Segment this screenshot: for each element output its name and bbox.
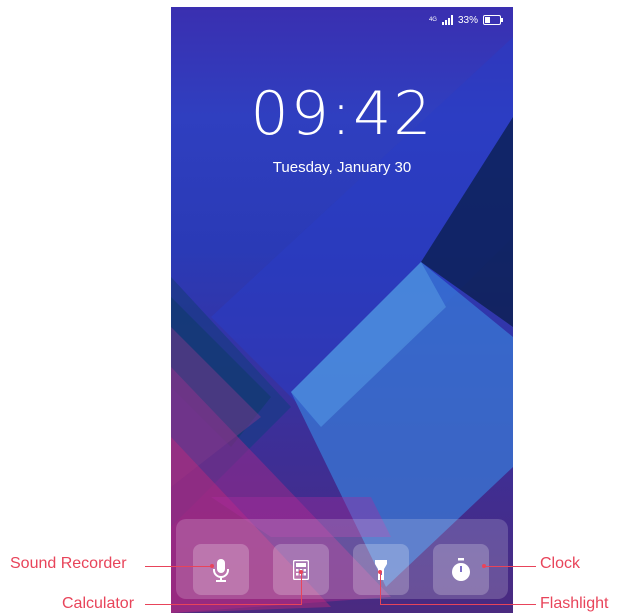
sound-recorder-button[interactable] bbox=[193, 544, 249, 595]
shortcut-dock bbox=[176, 519, 508, 599]
network-type-label: 4G bbox=[428, 17, 437, 23]
sound-recorder-callout: Sound Recorder bbox=[10, 555, 127, 572]
battery-icon bbox=[483, 15, 503, 25]
calculator-callout-line bbox=[145, 604, 302, 605]
lock-time: 09:42 bbox=[250, 79, 434, 149]
calculator-callout-line-vertical bbox=[301, 572, 302, 605]
calculator-callout: Calculator bbox=[62, 595, 135, 612]
sound-recorder-callout-dot bbox=[210, 564, 214, 568]
signal-icon bbox=[441, 15, 453, 25]
clock-button[interactable] bbox=[433, 544, 489, 595]
flashlight-callout-line-vertical bbox=[380, 572, 381, 605]
phone-screen: 4G 33% 09:42 Tuesday, January 30 bbox=[171, 7, 513, 613]
clock-callout-line bbox=[484, 566, 536, 567]
lock-date: Tuesday, January 30 bbox=[272, 159, 412, 176]
calculator-callout-dot bbox=[299, 570, 303, 574]
stopwatch-icon bbox=[452, 557, 470, 581]
flashlight-callout-dot bbox=[378, 570, 382, 574]
clock-callout: Clock bbox=[540, 555, 581, 572]
flashlight-callout-line bbox=[380, 604, 536, 605]
battery-percent: 33% bbox=[457, 14, 478, 26]
microphone-icon bbox=[213, 558, 229, 582]
flashlight-callout: Flashlight bbox=[540, 595, 609, 612]
status-bar: 4G 33% bbox=[428, 13, 503, 27]
sound-recorder-callout-line bbox=[145, 566, 212, 567]
clock-callout-dot bbox=[482, 564, 486, 568]
